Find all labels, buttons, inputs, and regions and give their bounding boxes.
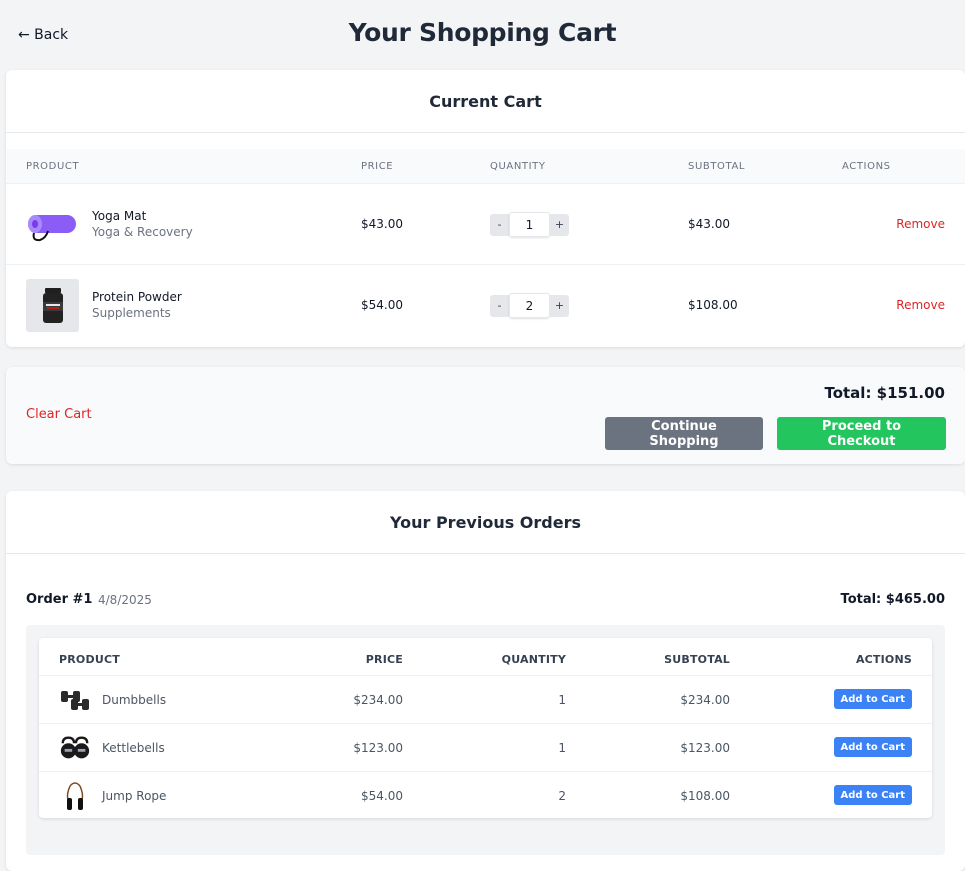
cart-summary: Clear Cart Total: $151.00 Continue Shopp… (6, 367, 965, 464)
previous-orders-title: Your Previous Orders (6, 491, 965, 554)
product-price: $54.00 (361, 298, 403, 312)
add-to-cart-button[interactable]: Add to Cart (833, 785, 912, 805)
product-name: Protein Powder (92, 290, 182, 304)
order-item-subtotal: $234.00 (680, 693, 730, 707)
remove-button[interactable]: Remove (896, 298, 945, 312)
continue-shopping-button[interactable]: Continue Shopping (605, 417, 763, 450)
column-header-price: PRICE (365, 653, 403, 666)
protein-jar-icon (26, 279, 79, 332)
column-header-quantity: QUANTITY (490, 160, 546, 172)
jump-rope-icon (59, 781, 91, 811)
decrease-quantity-button[interactable]: - (490, 213, 509, 236)
order-table-header: PRODUCT PRICE QUANTITY SUBTOTAL ACTIONS (39, 638, 932, 676)
product-category: Yoga & Recovery (92, 225, 193, 239)
column-header-quantity: QUANTITY (501, 653, 566, 666)
product-subtotal: $43.00 (688, 217, 730, 231)
cart-table: PRODUCT PRICE QUANTITY SUBTOTAL ACTIONS … (6, 149, 965, 346)
order-number: Order #1 (26, 592, 93, 607)
quantity-input[interactable] (509, 293, 550, 318)
cart-total: Total: $151.00 (824, 384, 945, 402)
dumbbells-icon (59, 685, 91, 715)
current-cart-title: Current Cart (6, 70, 965, 133)
product-category: Supplements (92, 306, 171, 320)
kettlebells-icon (59, 733, 91, 763)
product-subtotal: $108.00 (688, 298, 738, 312)
add-to-cart-button[interactable]: Add to Cart (833, 737, 912, 757)
order-item-row: Jump Rope $54.00 2 $108.00 Add to Cart (39, 772, 932, 820)
increase-quantity-button[interactable]: + (550, 294, 569, 317)
column-header-subtotal: SUBTOTAL (688, 160, 746, 172)
yoga-mat-icon (26, 198, 79, 251)
order-item-row: Kettlebells $123.00 1 $123.00 Add to Car… (39, 724, 932, 772)
order-item-price: $54.00 (361, 789, 403, 803)
cart-table-header: PRODUCT PRICE QUANTITY SUBTOTAL ACTIONS (6, 149, 965, 184)
clear-cart-button[interactable]: Clear Cart (26, 407, 92, 422)
column-header-actions: ACTIONS (855, 653, 912, 666)
product-name: Yoga Mat (92, 209, 147, 223)
order-item-quantity: 1 (558, 741, 566, 755)
add-to-cart-button[interactable]: Add to Cart (833, 689, 912, 709)
order-item-quantity: 1 (558, 693, 566, 707)
order-item-subtotal: $108.00 (680, 789, 730, 803)
order-summary-line: Order #1 4/8/2025 Total: $465.00 (26, 592, 945, 612)
current-cart-card: Current Cart PRODUCT PRICE QUANTITY SUBT… (6, 70, 965, 347)
order-item-name: Jump Rope (102, 789, 167, 803)
quantity-input[interactable] (509, 212, 550, 237)
column-header-actions: ACTIONS (842, 160, 891, 172)
order-item-price: $234.00 (353, 693, 403, 707)
order-total: Total: $465.00 (840, 592, 945, 607)
order-item-price: $123.00 (353, 741, 403, 755)
order-item-name: Kettlebells (102, 741, 165, 755)
order-item-name: Dumbbells (102, 693, 167, 707)
decrease-quantity-button[interactable]: - (490, 294, 509, 317)
order-item-row: Dumbbells $234.00 1 $234.00 Add to Cart (39, 676, 932, 724)
column-header-subtotal: SUBTOTAL (664, 653, 730, 666)
cart-row: Protein Powder Supplements $54.00 - + $1… (6, 265, 965, 346)
remove-button[interactable]: Remove (896, 217, 945, 231)
order-items-table: PRODUCT PRICE QUANTITY SUBTOTAL ACTIONS (39, 638, 932, 818)
top-bar: ← Back Your Shopping Cart (0, 0, 965, 70)
order-item-subtotal: $123.00 (680, 741, 730, 755)
product-price: $43.00 (361, 217, 403, 231)
column-header-product: PRODUCT (59, 653, 120, 666)
increase-quantity-button[interactable]: + (550, 213, 569, 236)
column-header-product: PRODUCT (26, 160, 80, 172)
order-items-container: PRODUCT PRICE QUANTITY SUBTOTAL ACTIONS (26, 625, 945, 855)
order-item-quantity: 2 (558, 789, 566, 803)
order-date: 4/8/2025 (98, 593, 152, 607)
quantity-stepper: - + (490, 293, 569, 318)
quantity-stepper: - + (490, 212, 569, 237)
cart-row: Yoga Mat Yoga & Recovery $43.00 - + $43.… (6, 184, 965, 265)
proceed-to-checkout-button[interactable]: Proceed to Checkout (777, 417, 946, 450)
previous-orders-card: Your Previous Orders Order #1 4/8/2025 T… (6, 491, 965, 871)
column-header-price: PRICE (361, 160, 394, 172)
page-title: Your Shopping Cart (348, 18, 617, 47)
